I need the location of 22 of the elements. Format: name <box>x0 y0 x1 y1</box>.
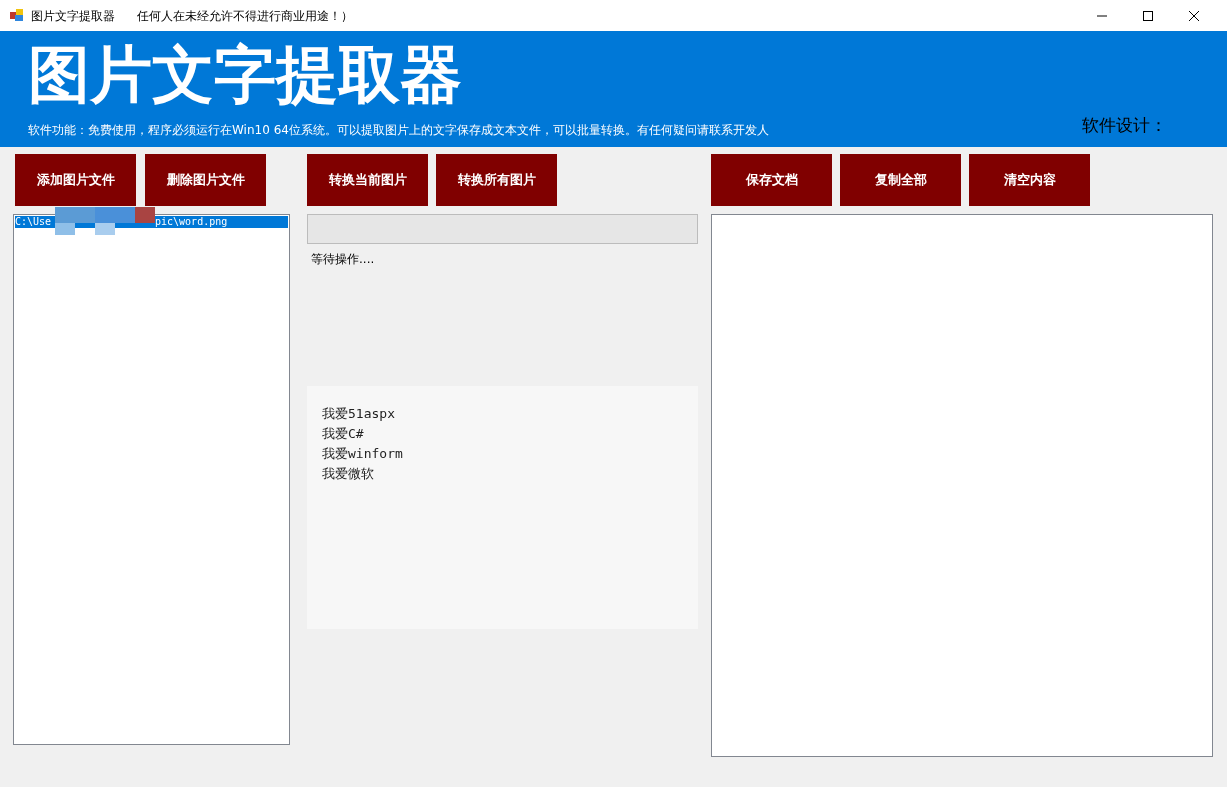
action-button[interactable]: 转换当前图片 <box>307 154 428 206</box>
preview-text-line: 我爱51aspx <box>322 405 396 423</box>
designer-label: 软件设计： <box>1082 114 1167 137</box>
maximize-icon <box>1143 10 1153 21</box>
action-button[interactable]: 保存文档 <box>711 154 832 206</box>
output-text-area[interactable] <box>711 214 1213 757</box>
preview-text-line: 我爱C# <box>322 425 365 443</box>
action-button[interactable]: 删除图片文件 <box>145 154 266 206</box>
preview-text-line: 我爱微软 <box>322 465 375 483</box>
description-text: 软件功能：免费使用，程序必须运行在Win10 64位系统。可以提取图片上的文字保存成文本文件，可以批量转换。有任何疑问请联系开发人 <box>28 121 769 139</box>
action-button[interactable]: 清空内容 <box>969 154 1090 206</box>
app-heading: 图片文字提取器 <box>28 37 463 113</box>
status-text: 等待操作.... <box>311 251 376 268</box>
action-button[interactable]: 转换所有图片 <box>436 154 557 206</box>
file-list[interactable]: C:\Use pic\word.png <box>13 214 290 745</box>
close-icon <box>1189 10 1199 21</box>
preview-text-line: 我爱winform <box>322 445 404 463</box>
action-button[interactable]: 添加图片文件 <box>15 154 136 206</box>
window-title: 图片文字提取器 <box>31 7 115 25</box>
window-subtitle: 任何人在未经允许不得进行商业用途！） <box>137 7 353 25</box>
action-button[interactable]: 复制全部 <box>840 154 961 206</box>
app-icon <box>10 9 24 22</box>
